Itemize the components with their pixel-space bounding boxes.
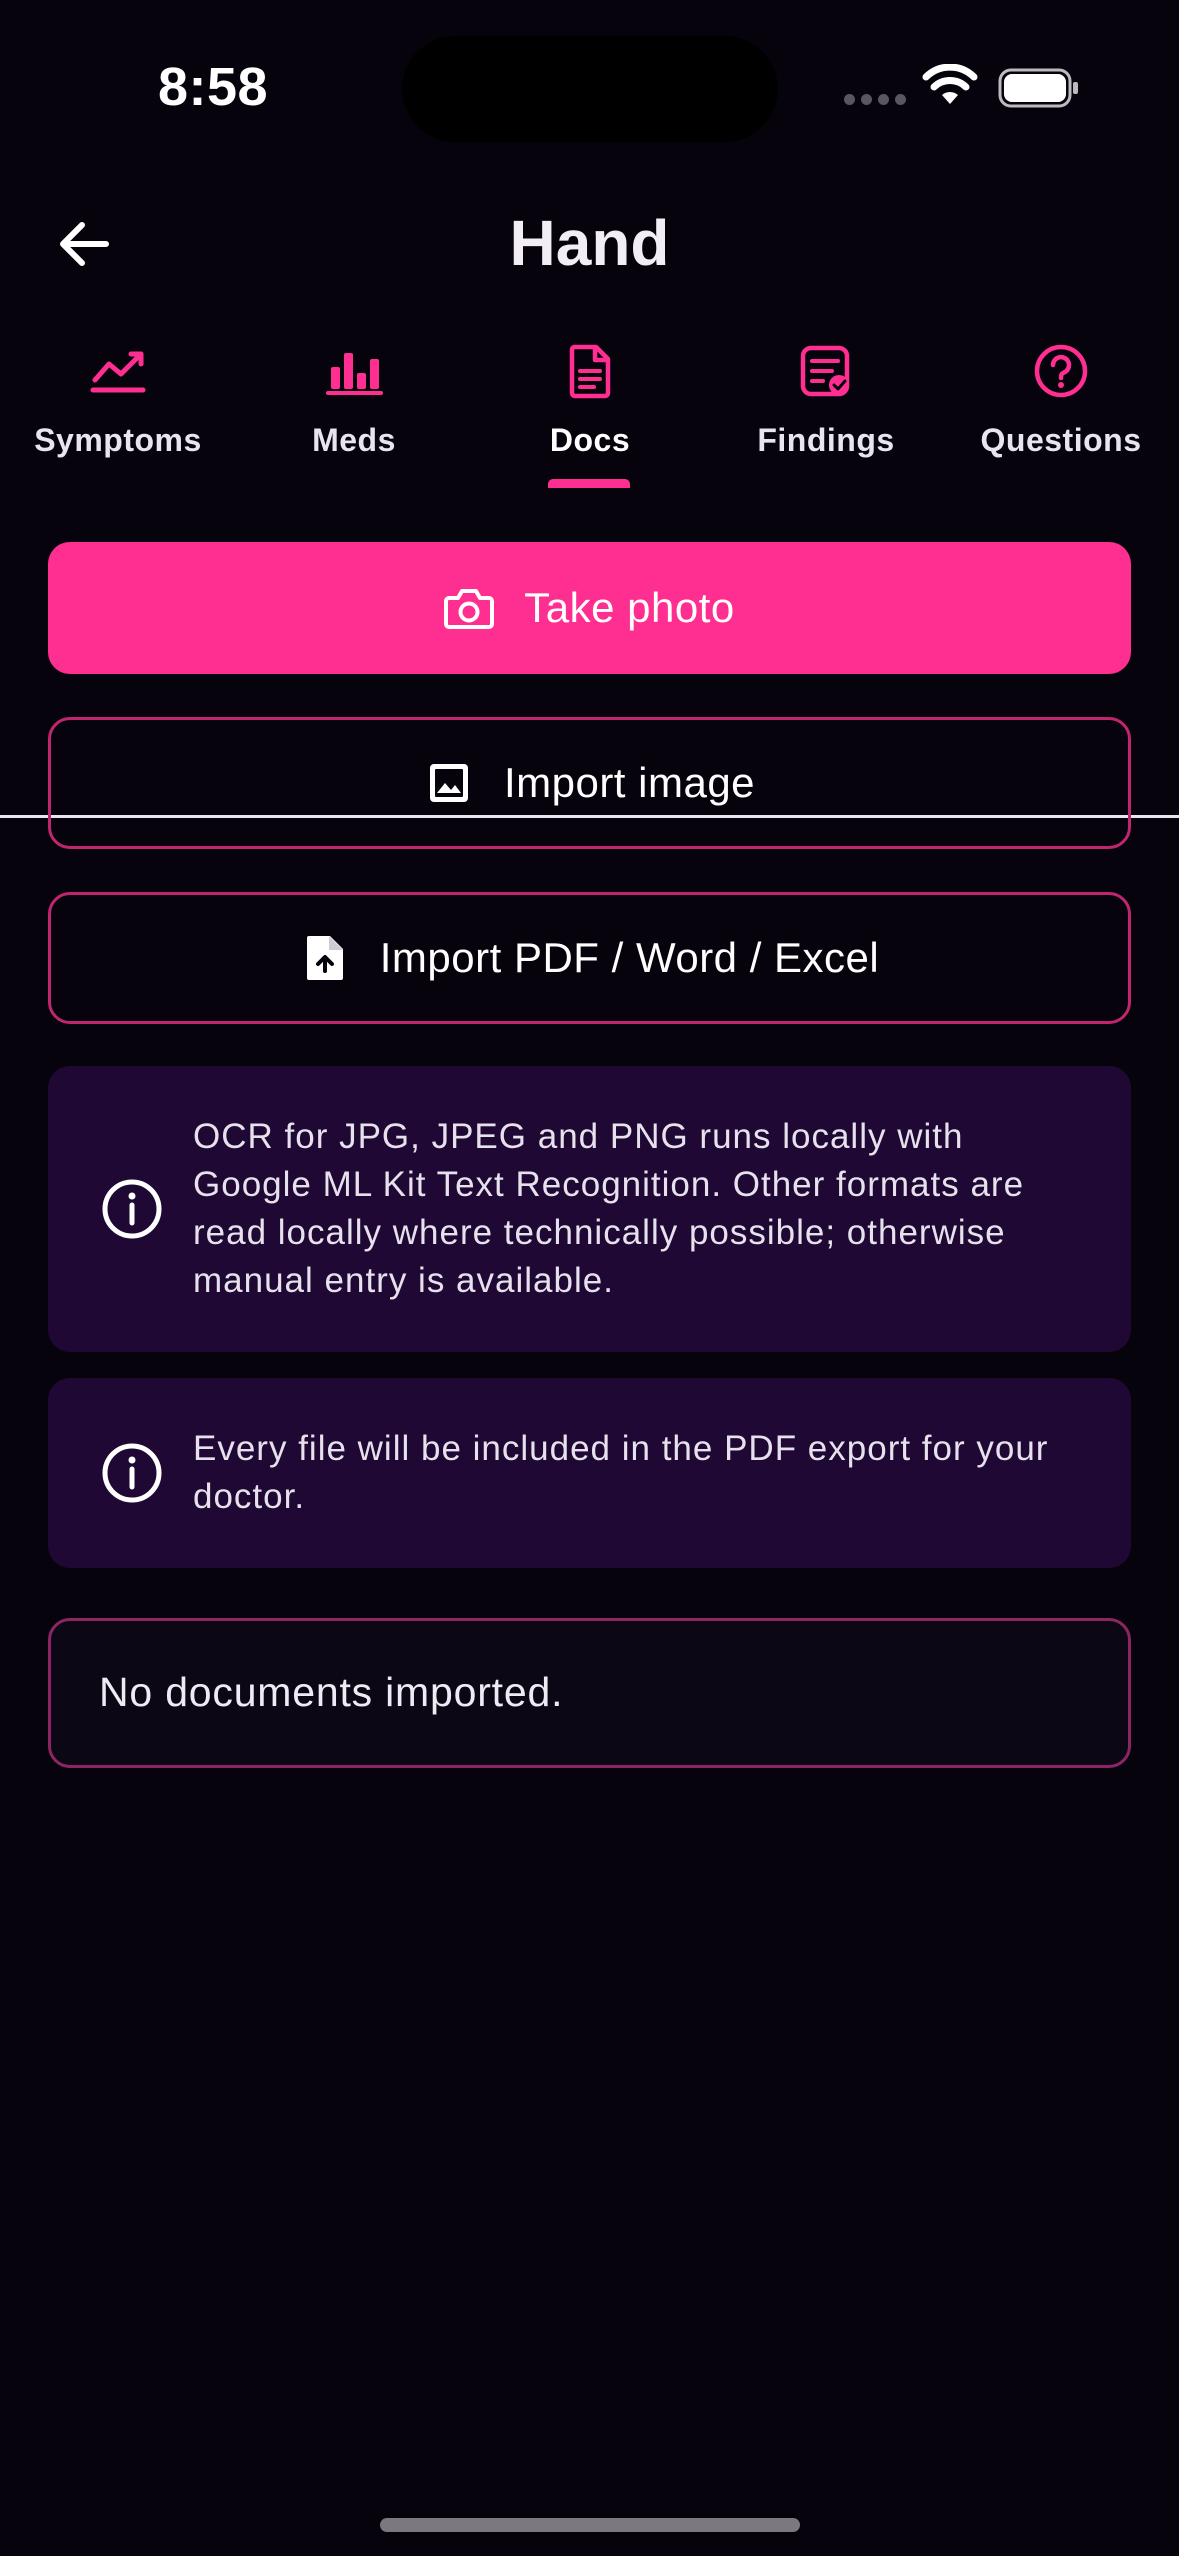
status-time: 8:58	[158, 57, 269, 117]
ocr-info-card: OCR for JPG, JPEG and PNG runs locally w…	[48, 1066, 1131, 1352]
tab-label: Questions	[980, 422, 1142, 458]
question-circle-icon	[1034, 344, 1088, 398]
file-upload-icon	[306, 936, 343, 980]
battery-icon	[998, 68, 1078, 108]
clipboard-check-icon	[800, 345, 850, 397]
camera-icon	[444, 589, 495, 629]
status-bar: 8:58	[0, 0, 1179, 170]
tab-label: Symptoms	[34, 422, 202, 458]
cellular-signal-icon	[844, 94, 906, 108]
ocr-info-text: OCR for JPG, JPEG and PNG runs locally w…	[193, 1117, 1025, 1300]
documents-empty-state: No documents imported.	[48, 1618, 1131, 1768]
tab-bar: Symptoms Meds Docs Findings Questions	[0, 330, 1179, 818]
import-image-label: Import image	[503, 759, 756, 806]
take-photo-label: Take photo	[524, 584, 735, 631]
page-title: Hand	[509, 207, 670, 279]
bar-chart-icon	[326, 353, 383, 395]
app-header: Hand	[0, 190, 1179, 300]
info-icon	[102, 1443, 162, 1503]
active-tab-indicator	[548, 479, 630, 488]
info-icon	[102, 1179, 162, 1239]
tab-label: Findings	[757, 422, 895, 458]
export-info-card: Every file will be included in the PDF e…	[48, 1378, 1131, 1568]
export-info-text: Every file will be included in the PDF e…	[193, 1429, 1049, 1516]
import-image-button[interactable]: Import image	[48, 717, 1131, 849]
dynamic-island	[402, 36, 778, 142]
tab-symptoms[interactable]: Symptoms	[0, 330, 236, 488]
tab-label: Docs	[549, 422, 631, 458]
trend-chart-icon	[90, 351, 146, 393]
wifi-icon	[922, 64, 978, 104]
docs-screen: 8:58 Hand Symptoms Meds Docs Findings Qu…	[0, 0, 1179, 2556]
image-icon	[429, 764, 468, 802]
import-document-label: Import PDF / Word / Excel	[379, 934, 880, 981]
tab-meds[interactable]: Meds	[236, 330, 472, 488]
take-photo-button[interactable]: Take photo	[48, 542, 1131, 674]
tab-questions[interactable]: Questions	[943, 330, 1179, 488]
tab-findings[interactable]: Findings	[708, 330, 944, 488]
empty-message: No documents imported.	[99, 1669, 564, 1715]
import-document-button[interactable]: Import PDF / Word / Excel	[48, 892, 1131, 1024]
tab-docs[interactable]: Docs	[472, 330, 708, 488]
tab-label: Meds	[312, 422, 396, 458]
document-icon	[569, 344, 611, 399]
home-indicator[interactable]	[380, 2518, 800, 2532]
